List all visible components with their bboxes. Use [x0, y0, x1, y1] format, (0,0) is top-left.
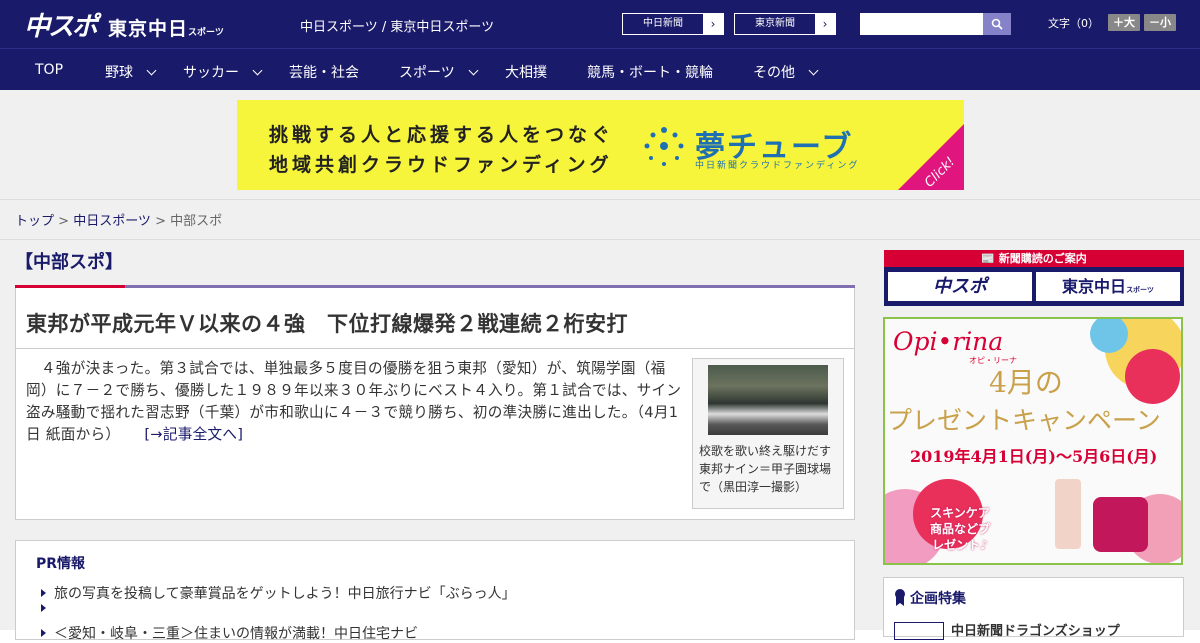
nav-label: 大相撲 — [505, 65, 547, 81]
nav-label: TOP — [35, 62, 64, 78]
nav-soccer[interactable]: サッカー — [183, 62, 263, 82]
opirina-promo-banner[interactable]: Opi•rina オピ・リーナ 4月の プレゼントキャンペーン 2019年4月1… — [883, 317, 1183, 565]
pr-item[interactable] — [41, 604, 54, 612]
nav-baseball[interactable]: 野球 — [105, 62, 157, 82]
breadcrumb-top[interactable]: トップ — [15, 214, 54, 229]
chevron-down-icon — [468, 65, 479, 75]
promo-gift: スキンケア商品などプレゼント♪ — [930, 506, 991, 552]
chevron-down-icon — [146, 65, 157, 75]
nav-label: 野球 — [105, 65, 133, 81]
nav-label: 芸能・社会 — [289, 65, 359, 81]
promo-month: 4月の — [989, 366, 1063, 399]
nav-other[interactable]: その他 — [753, 62, 819, 82]
bullet-icon — [41, 629, 46, 637]
subscribe-chuspo-label: 中スポ — [933, 276, 987, 297]
read-more-link[interactable]: [→記事全文へ] — [144, 426, 243, 443]
pr-item-label: ＜愛知・岐阜・三重＞住まいの情報が満載！中日住宅ナビ — [54, 626, 418, 642]
dragons-shop-thumbnail[interactable] — [894, 622, 944, 640]
flower-shape — [1125, 349, 1180, 404]
nav-sumo[interactable]: 大相撲 — [505, 62, 547, 82]
logo-tokyo-chunichi: 東京中日 — [108, 18, 189, 40]
nav-label: 競馬・ボート・競輪 — [587, 65, 713, 81]
chunichi-shimbun-button[interactable]: 中日新聞 › — [622, 13, 724, 35]
article-box: 東邦が平成元年Ｖ以来の４強 下位打線爆発２戦連続２桁安打 ４強が決まった。第３試… — [15, 288, 855, 520]
font-size-control: 文字（0） ＋大 －小 — [1048, 14, 1176, 31]
pr-title: PR情報 — [36, 556, 86, 572]
pr-item-label: 旅の写真を投稿して豪華賞品をゲットしよう！中日旅行ナビ「ぶらっ人」 — [54, 586, 516, 602]
nav-sports[interactable]: スポーツ — [399, 62, 479, 82]
article-headline[interactable]: 東邦が平成元年Ｖ以来の４強 下位打線爆発２戦連続２桁安打 — [26, 308, 628, 338]
article-body: ４強が決まった。第３試合では、単独最多５度目の優勝を狙う東邦（愛知）が、筑陽学園… — [26, 360, 682, 443]
bullet-icon — [41, 589, 46, 597]
pr-item[interactable]: ＜愛知・岐阜・三重＞住まいの情報が満載！中日住宅ナビ — [41, 623, 418, 643]
photo-image[interactable] — [708, 365, 828, 435]
site-header: 中スポ 東京中日 スポーツ 中日スポーツ / 東京中日スポーツ 中日新聞 › 東京… — [0, 0, 1200, 48]
font-larger-button[interactable]: ＋大 — [1108, 14, 1140, 31]
promo-dates: 2019年4月1日(月)～5月6日(月) — [910, 447, 1158, 466]
banner-line-2: 地域共創クラウドファンディング — [269, 154, 613, 176]
search-input[interactable] — [860, 13, 983, 35]
promo-brand: Opi•rina — [893, 327, 1004, 356]
subscription-header: 📰 新聞購読のご案内 — [884, 250, 1184, 267]
gift-product-shape — [1055, 479, 1081, 549]
breadcrumb-separator: > — [150, 214, 171, 229]
site-logo[interactable]: 中スポ 東京中日 スポーツ — [24, 6, 224, 43]
chevron-down-icon — [808, 65, 819, 75]
tokyo-shimbun-button[interactable]: 東京新聞 › — [734, 13, 836, 35]
logo-sports: スポーツ — [188, 28, 224, 38]
article-summary: ４強が決まった。第３試合では、単独最多５度目の優勝を狙う東邦（愛知）が、筑陽学園… — [26, 358, 686, 446]
subscribe-chuspo-button[interactable]: 中スポ — [888, 272, 1032, 301]
breadcrumb-separator: > — [54, 214, 74, 229]
search-icon — [991, 18, 1003, 30]
nav-top[interactable]: TOP — [35, 62, 63, 78]
chevron-right-icon: › — [815, 14, 835, 34]
gift-bag-shape — [1093, 497, 1148, 552]
pr-item[interactable]: 旅の写真を投稿して豪華賞品をゲットしよう！中日旅行ナビ「ぶらっ人」 — [41, 583, 516, 603]
font-smaller-button[interactable]: －小 — [1144, 14, 1176, 31]
special-feature-title: 企画特集 — [910, 591, 966, 607]
nav-label: その他 — [753, 65, 795, 81]
nav-label: サッカー — [183, 65, 239, 81]
chunichi-shimbun-label: 中日新聞 — [643, 18, 683, 29]
promo-title: プレゼントキャンペーン — [887, 406, 1161, 435]
breadcrumb-chunichi-sports[interactable]: 中日スポーツ — [73, 214, 151, 229]
search-form — [860, 13, 1011, 35]
banner-line-1: 挑戦する人と応援する人をつなぐ — [269, 124, 615, 146]
headline-divider — [16, 348, 854, 349]
subscription-box: 📰 新聞購読のご案内 中スポ 東京中日スポーツ — [884, 250, 1184, 306]
nav-racing[interactable]: 競馬・ボート・競輪 — [587, 62, 713, 82]
search-button[interactable] — [983, 13, 1011, 35]
pr-box: PR情報 旅の写真を投稿して豪華賞品をゲットしよう！中日旅行ナビ「ぶらっ人」 ＜… — [15, 540, 855, 643]
banner-logo-sub: 中日新聞クラウドファンディング — [695, 161, 860, 171]
main-content: 【中部スポ】 東邦が平成元年Ｖ以来の４強 下位打線爆発２戦連続２桁安打 ４強が決… — [0, 240, 1200, 642]
section-title: 【中部スポ】 — [15, 252, 123, 273]
article-photo: 校歌を歌い終え駆けだす東邦ナイン＝甲子園球場で（黒田淳一撮影） — [692, 358, 844, 509]
subscribe-tokyo-chunichi-label: 東京中日 — [1062, 277, 1127, 296]
photo-caption: 校歌を歌い終え駆けだす東邦ナイン＝甲子園球場で（黒田淳一撮影） — [699, 444, 832, 494]
chevron-down-icon — [252, 65, 263, 75]
chevron-right-icon: › — [703, 14, 723, 34]
logo-chuspo: 中スポ — [24, 12, 98, 42]
dots-icon — [644, 127, 684, 166]
special-feature-box: 企画特集 中日新聞ドラゴンズショップ — [883, 577, 1184, 640]
subscribe-tokyo-chunichi-sub: スポーツ — [1126, 286, 1154, 294]
header-title: 中日スポーツ / 東京中日スポーツ — [300, 20, 495, 35]
tokyo-shimbun-label: 東京新聞 — [755, 18, 795, 29]
bullet-icon — [41, 604, 46, 612]
ribbon-icon — [895, 589, 905, 606]
subscription-label: 新聞購読のご案内 — [998, 252, 1087, 265]
yume-tube-banner[interactable]: 挑戦する人と応援する人をつなぐ 地域共創クラウドファンディング 夢チューブ 中日… — [237, 100, 964, 190]
nav-label: スポーツ — [399, 65, 455, 81]
font-size-label: 文字（0） — [1048, 16, 1099, 30]
subscribe-tokyo-chunichi-button[interactable]: 東京中日スポーツ — [1036, 272, 1180, 301]
breadcrumb-current: 中部スポ — [170, 214, 223, 229]
nav-entertainment[interactable]: 芸能・社会 — [289, 62, 359, 82]
ad-area: 挑戦する人と応援する人をつなぐ 地域共創クラウドファンディング 夢チューブ 中日… — [0, 90, 1200, 200]
breadcrumb: トップ > 中日スポーツ > 中部スポ — [0, 200, 1200, 240]
